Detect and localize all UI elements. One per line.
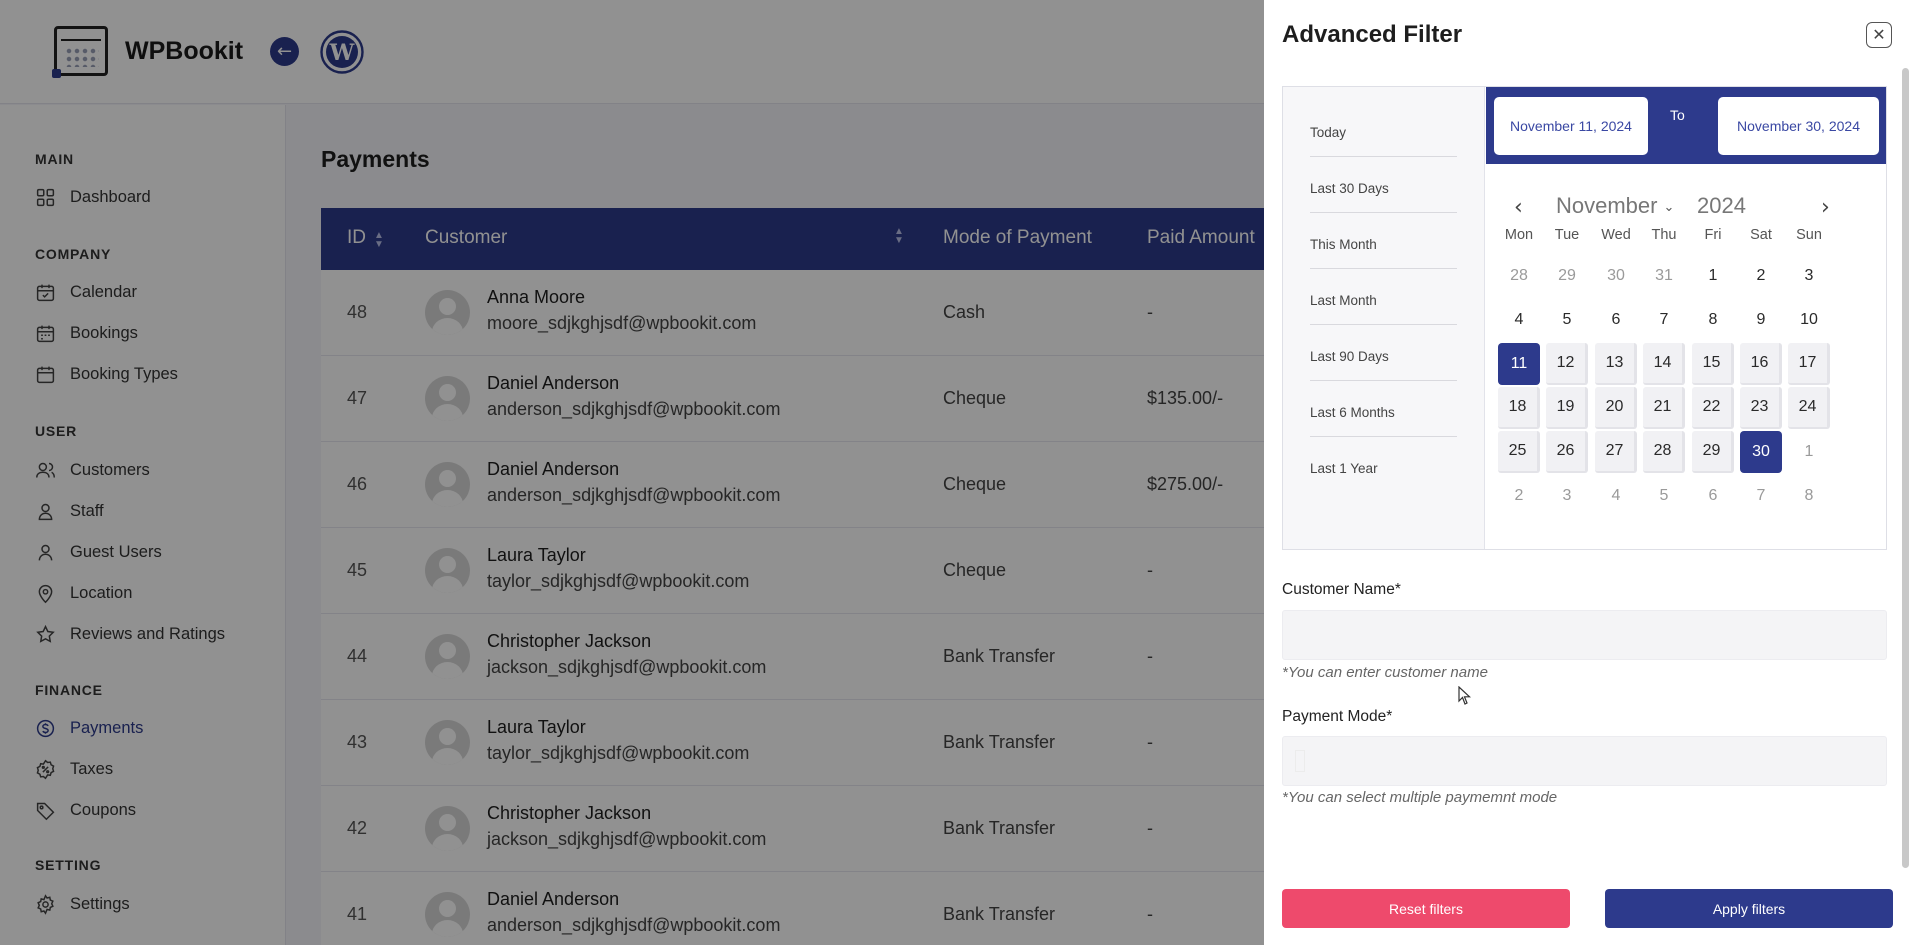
calendar-day[interactable]: 3	[1788, 255, 1830, 297]
calendar-day[interactable]: 6	[1692, 475, 1734, 517]
calendar-day[interactable]: 27	[1595, 431, 1637, 473]
customer-name-hint: *You can enter customer name	[1282, 664, 1488, 681]
advanced-filter-drawer: Advanced Filter ✕ Today Last 30 Days Thi…	[1264, 0, 1913, 945]
calendar-day[interactable]: 20	[1595, 387, 1637, 429]
weekday-label: Wed	[1601, 227, 1631, 243]
close-button[interactable]: ✕	[1866, 22, 1892, 48]
date-presets: Today Last 30 Days This Month Last Month…	[1283, 87, 1485, 549]
close-icon: ✕	[1872, 25, 1886, 44]
year-select[interactable]: 2024	[1697, 193, 1746, 219]
calendar-day[interactable]: 14	[1643, 343, 1685, 385]
reset-filters-button[interactable]: Reset filters	[1282, 889, 1570, 928]
drawer-scrollbar[interactable]	[1901, 68, 1910, 936]
calendar-day[interactable]: 1	[1788, 431, 1830, 473]
chevron-left-icon[interactable]: ‹	[1514, 197, 1523, 219]
preset-last-6-months[interactable]: Last 6 Months	[1310, 405, 1457, 437]
chevron-down-icon: ⌄	[1663, 199, 1675, 215]
calendar-day[interactable]: 28	[1498, 255, 1540, 297]
weekday-label: Sun	[1796, 227, 1822, 243]
calendar-day[interactable]: 29	[1692, 431, 1734, 473]
preset-this-month[interactable]: This Month	[1310, 237, 1457, 269]
calendar-day[interactable]: 29	[1546, 255, 1588, 297]
weekday-label: Fri	[1704, 227, 1722, 243]
calendar-day[interactable]: 30	[1740, 431, 1782, 473]
calendar-day[interactable]: 7	[1643, 299, 1685, 341]
calendar-day[interactable]: 24	[1788, 387, 1830, 429]
calendar-day[interactable]: 23	[1740, 387, 1782, 429]
calendar-day[interactable]: 19	[1546, 387, 1588, 429]
calendar: November 11, 2024 To November 30, 2024 ‹…	[1486, 87, 1886, 549]
calendar-day[interactable]: 11	[1498, 343, 1540, 385]
calendar-day[interactable]: 16	[1740, 343, 1782, 385]
calendar-day[interactable]: 17	[1788, 343, 1830, 385]
calendar-day[interactable]: 8	[1692, 299, 1734, 341]
preset-last-1-year[interactable]: Last 1 Year	[1310, 461, 1457, 492]
scrollbar-thumb[interactable]	[1902, 68, 1909, 868]
range-header: November 11, 2024 To November 30, 2024	[1486, 87, 1886, 164]
calendar-day[interactable]: 5	[1546, 299, 1588, 341]
preset-last-month[interactable]: Last Month	[1310, 293, 1457, 325]
mouse-pointer-icon	[1458, 686, 1472, 705]
payment-mode-label: Payment Mode*	[1282, 708, 1393, 725]
calendar-day[interactable]: 2	[1740, 255, 1782, 297]
calendar-day[interactable]: 15	[1692, 343, 1734, 385]
calendar-day[interactable]: 12	[1546, 343, 1588, 385]
calendar-day[interactable]: 3	[1546, 475, 1588, 517]
calendar-day[interactable]: 9	[1740, 299, 1782, 341]
calendar-day[interactable]: 10	[1788, 299, 1830, 341]
preset-last-30-days[interactable]: Last 30 Days	[1310, 181, 1457, 213]
calendar-day[interactable]: 8	[1788, 475, 1830, 517]
payment-mode-select[interactable]	[1282, 736, 1887, 786]
calendar-day[interactable]: 1	[1692, 255, 1734, 297]
multiselect-tag-placeholder	[1295, 750, 1305, 772]
range-end-date[interactable]: November 30, 2024	[1718, 97, 1879, 155]
preset-today[interactable]: Today	[1310, 125, 1457, 157]
weekday-label: Mon	[1504, 227, 1534, 243]
drawer-title: Advanced Filter	[1282, 21, 1463, 48]
calendar-day[interactable]: 21	[1643, 387, 1685, 429]
range-to-label: To	[1670, 107, 1685, 123]
apply-filters-button[interactable]: Apply filters	[1605, 889, 1893, 928]
calendar-day[interactable]: 4	[1498, 299, 1540, 341]
calendar-day[interactable]: 30	[1595, 255, 1637, 297]
calendar-day[interactable]: 26	[1546, 431, 1588, 473]
chevron-right-icon[interactable]: ›	[1821, 197, 1830, 219]
calendar-day[interactable]: 2	[1498, 475, 1540, 517]
calendar-day[interactable]: 28	[1643, 431, 1685, 473]
preset-last-90-days[interactable]: Last 90 Days	[1310, 349, 1457, 381]
range-start-date[interactable]: November 11, 2024	[1494, 97, 1648, 155]
payment-mode-hint: *You can select multiple paymemnt mode	[1282, 789, 1558, 806]
calendar-day[interactable]: 7	[1740, 475, 1782, 517]
customer-name-input[interactable]	[1282, 610, 1887, 660]
calendar-day[interactable]: 18	[1498, 387, 1540, 429]
month-value: November	[1556, 193, 1658, 218]
month-select[interactable]: November ⌄	[1556, 193, 1674, 219]
weekday-label: Sat	[1750, 227, 1772, 243]
customer-name-label: Customer Name*	[1282, 581, 1401, 598]
calendar-day[interactable]: 25	[1498, 431, 1540, 473]
weekday-label: Thu	[1651, 227, 1677, 243]
calendar-day[interactable]: 22	[1692, 387, 1734, 429]
calendar-day[interactable]: 6	[1595, 299, 1637, 341]
date-range-picker: Today Last 30 Days This Month Last Month…	[1282, 86, 1887, 550]
calendar-day[interactable]: 5	[1643, 475, 1685, 517]
calendar-day[interactable]: 4	[1595, 475, 1637, 517]
weekday-label: Tue	[1554, 227, 1580, 243]
calendar-day[interactable]: 31	[1643, 255, 1685, 297]
calendar-day[interactable]: 13	[1595, 343, 1637, 385]
